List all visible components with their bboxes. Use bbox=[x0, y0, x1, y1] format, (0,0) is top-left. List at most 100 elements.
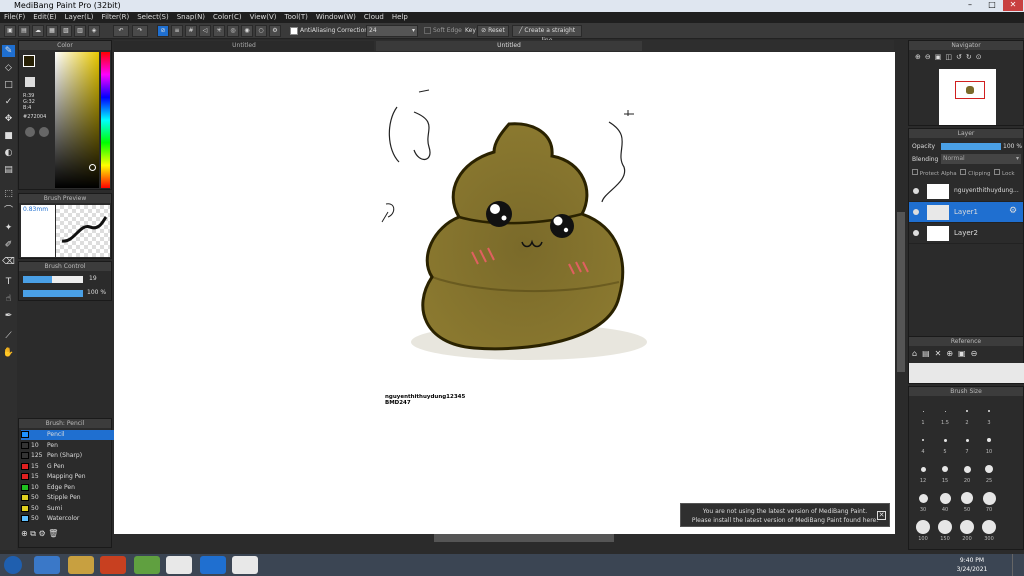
brush-size-option[interactable] bbox=[961, 492, 973, 504]
close-button[interactable]: ✕ bbox=[1003, 0, 1023, 11]
menu-item[interactable]: Filter(R) bbox=[98, 12, 134, 22]
move-tool-icon[interactable]: ✥ bbox=[2, 113, 15, 125]
layer-row-active[interactable]: Layer1 ⚙ bbox=[909, 202, 1023, 223]
brush-opacity-slider[interactable] bbox=[23, 290, 83, 297]
ie-icon[interactable] bbox=[34, 556, 60, 574]
app-icon[interactable] bbox=[134, 556, 160, 574]
delete-icon[interactable]: ▥ bbox=[74, 25, 86, 37]
zalo-icon[interactable] bbox=[200, 556, 226, 574]
layer-opacity-slider[interactable] bbox=[941, 143, 1001, 150]
brush-size-option[interactable] bbox=[944, 410, 946, 412]
brush-size-option[interactable] bbox=[918, 493, 928, 503]
select-pen-icon[interactable]: ✐ bbox=[2, 239, 15, 251]
tab-untitled-2[interactable]: Untitled bbox=[376, 41, 642, 51]
reset-rotation-icon[interactable]: ⊙ bbox=[976, 53, 986, 61]
brush-list-item[interactable]: 15 Mapping Pen bbox=[21, 472, 117, 482]
brush-size-option[interactable] bbox=[942, 466, 948, 472]
maximize-button[interactable]: □ bbox=[982, 0, 1002, 11]
brush-size-slider[interactable] bbox=[23, 276, 83, 283]
clipping-checkbox[interactable] bbox=[960, 169, 967, 175]
brush-list-item[interactable]: 50 Stipple Pen bbox=[21, 493, 117, 503]
brush-size-option[interactable] bbox=[939, 492, 951, 504]
menu-item[interactable]: Window(W) bbox=[312, 12, 360, 22]
menu-item[interactable]: Tool(T) bbox=[281, 12, 312, 22]
brush-size-option[interactable] bbox=[922, 439, 924, 441]
lasso-tool-icon[interactable]: ⌒ bbox=[2, 205, 15, 217]
brush-list-item[interactable]: 125 Pen (Sharp) bbox=[21, 451, 117, 461]
reference-zoom-in-icon[interactable]: ⊕ bbox=[946, 349, 958, 358]
actual-size-icon[interactable]: ◫ bbox=[945, 53, 956, 61]
hand-tool-icon[interactable]: ✋ bbox=[2, 347, 15, 359]
menu-item[interactable]: Cloud bbox=[360, 12, 388, 22]
snap-radial-icon[interactable]: ✳ bbox=[213, 25, 225, 37]
visibility-eye-icon[interactable] bbox=[913, 209, 919, 215]
brush-size-option[interactable] bbox=[982, 520, 996, 534]
snap-cross-icon[interactable]: # bbox=[185, 25, 197, 37]
magic-wand-icon[interactable]: ✦ bbox=[2, 222, 15, 234]
brush-list-item[interactable]: Pencil bbox=[21, 430, 117, 440]
select-tool-icon[interactable]: ✓ bbox=[2, 96, 15, 108]
hue-slider[interactable] bbox=[101, 52, 110, 188]
brush-size-option[interactable] bbox=[922, 410, 924, 412]
primary-color-swatch[interactable] bbox=[23, 55, 35, 67]
add-brush-icon[interactable]: ⊕ bbox=[21, 529, 28, 538]
blending-select[interactable]: Normal ▾ bbox=[941, 154, 1021, 164]
protect-alpha-checkbox[interactable] bbox=[912, 169, 918, 175]
snap-off-icon[interactable]: ⊘ bbox=[157, 25, 169, 37]
brush-size-option[interactable] bbox=[985, 465, 993, 473]
brush-size-option[interactable] bbox=[965, 438, 969, 442]
menu-item[interactable]: File(F) bbox=[0, 12, 29, 22]
menu-item[interactable]: Layer(L) bbox=[61, 12, 98, 22]
snap-curve-icon[interactable]: ○ bbox=[255, 25, 267, 37]
layer-row[interactable]: Layer2 bbox=[909, 223, 1023, 244]
selection-rect-icon[interactable]: ⬚ bbox=[2, 188, 15, 200]
dot-tool-icon[interactable]: □ bbox=[2, 79, 15, 91]
navigator-preview[interactable] bbox=[939, 69, 996, 125]
menu-item[interactable]: Snap(N) bbox=[173, 12, 209, 22]
close-icon[interactable]: ✕ bbox=[877, 511, 886, 520]
copy-brush-icon[interactable]: ⧉ bbox=[30, 529, 36, 538]
delete-brush-icon[interactable]: 🗑 bbox=[48, 529, 58, 538]
brush-size-option[interactable] bbox=[982, 491, 996, 505]
menu-item[interactable]: Color(C) bbox=[209, 12, 246, 22]
layer-settings-gear-icon[interactable]: ⚙ bbox=[1009, 206, 1017, 216]
layer-row[interactable]: nguyenthithuydung... bbox=[909, 181, 1023, 202]
explorer-icon[interactable] bbox=[68, 556, 94, 574]
eyedropper-tool-icon[interactable]: ✒ bbox=[2, 310, 15, 322]
brush-list-item[interactable]: 10 Edge Pen bbox=[21, 483, 117, 493]
reference-open-icon[interactable]: ▤ bbox=[922, 349, 935, 358]
brush-list-item[interactable]: 50 Watercolor bbox=[21, 514, 117, 524]
brush-size-option[interactable] bbox=[963, 465, 971, 473]
brush-settings-icon[interactable]: ⚙ bbox=[39, 529, 46, 538]
color-picker-cursor[interactable] bbox=[89, 164, 96, 171]
system-clock[interactable]: 9:40 PM 3/24/2021 bbox=[950, 556, 994, 574]
brush-size-option[interactable] bbox=[938, 520, 952, 534]
redo-button[interactable]: ↷ bbox=[132, 25, 148, 37]
menu-item[interactable]: Help bbox=[388, 12, 412, 22]
start-button-icon[interactable] bbox=[4, 556, 22, 574]
reference-close-icon[interactable]: ✕ bbox=[935, 349, 947, 358]
soft-edge-checkbox[interactable] bbox=[424, 27, 431, 34]
undo-button[interactable]: ↶ bbox=[113, 25, 129, 37]
menu-item[interactable]: Select(S) bbox=[133, 12, 173, 22]
reference-view[interactable] bbox=[909, 363, 1024, 383]
divide-tool-icon[interactable]: ⟋ bbox=[2, 330, 15, 342]
save-icon[interactable]: ▦ bbox=[46, 25, 58, 37]
brush-list-item[interactable]: 10 Pen bbox=[21, 441, 117, 451]
palette-icon[interactable] bbox=[25, 127, 35, 137]
gradient-tool-icon[interactable]: ▤ bbox=[2, 164, 15, 176]
transparent-swatch[interactable] bbox=[25, 77, 35, 87]
snap-parallel-icon[interactable]: ≡ bbox=[171, 25, 183, 37]
operation-tool-icon[interactable]: ☝ bbox=[2, 293, 15, 305]
brush-list-item[interactable]: 50 Sumi bbox=[21, 504, 117, 514]
brush-size-option[interactable] bbox=[966, 410, 968, 412]
brush-size-option[interactable] bbox=[960, 520, 974, 534]
snap-ellipse-icon[interactable]: ◉ bbox=[241, 25, 253, 37]
rotate-left-icon[interactable]: ↺ bbox=[956, 53, 966, 61]
brush-size-option[interactable] bbox=[920, 466, 926, 472]
visibility-eye-icon[interactable] bbox=[913, 230, 919, 236]
reference-zoom-out-icon[interactable]: ⊖ bbox=[971, 349, 983, 358]
correction-select[interactable]: 24 ▾ bbox=[366, 25, 418, 37]
media-player-icon[interactable] bbox=[100, 556, 126, 574]
antialiasing-checkbox[interactable] bbox=[290, 27, 298, 35]
